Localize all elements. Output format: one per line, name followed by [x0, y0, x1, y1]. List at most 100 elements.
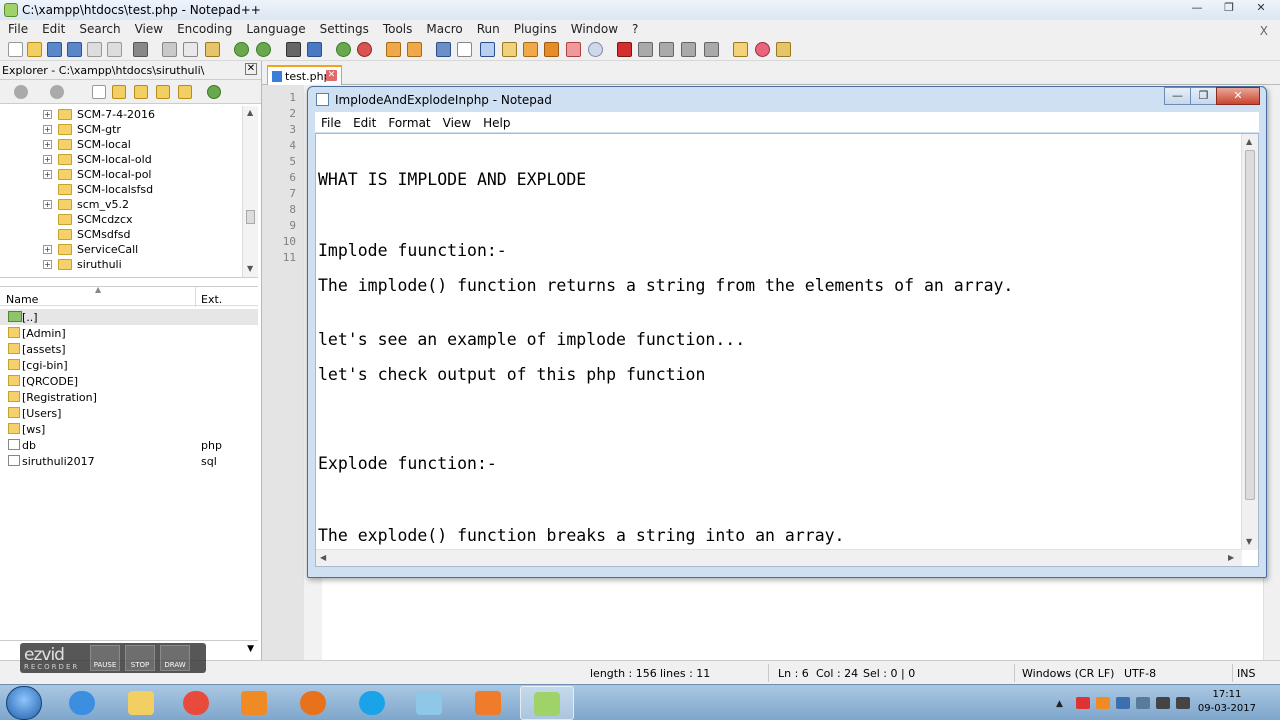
- scroll-right-icon[interactable]: ▶: [1228, 553, 1234, 562]
- notepad-close-button[interactable]: ✕: [1216, 87, 1260, 105]
- tree-item[interactable]: + SCM-local-pol: [0, 167, 240, 182]
- taskbar-xampp[interactable]: [462, 686, 516, 720]
- run-macro-multiple-icon[interactable]: [681, 42, 696, 57]
- sync-vertical-icon[interactable]: [386, 42, 401, 57]
- pause-recording-button[interactable]: PAUSE: [90, 645, 120, 671]
- npp-doc-close-button[interactable]: X: [1252, 22, 1274, 38]
- new-file-icon[interactable]: [92, 85, 106, 99]
- npp-menu-macro[interactable]: Macro: [418, 20, 468, 39]
- save-icon[interactable]: [47, 42, 62, 57]
- file-list-item[interactable]: siruthuli2017 sql: [0, 453, 258, 469]
- paste-icon[interactable]: [205, 42, 220, 57]
- column-name-header[interactable]: Name: [6, 293, 38, 306]
- find-files-icon[interactable]: [134, 85, 148, 99]
- expand-icon[interactable]: +: [43, 110, 52, 119]
- zoom-out-icon[interactable]: [357, 42, 372, 57]
- npp-menu-search[interactable]: Search: [71, 20, 126, 39]
- play-macro-icon[interactable]: [659, 42, 674, 57]
- expand-icon[interactable]: +: [43, 140, 52, 149]
- tree-item[interactable]: + SCM-7-4-2016: [0, 107, 240, 122]
- new-file-icon[interactable]: [8, 42, 23, 57]
- tree-item[interactable]: + SCM-gtr: [0, 122, 240, 137]
- zoom-in-icon[interactable]: [336, 42, 351, 57]
- tree-item[interactable]: + scm_v5.2: [0, 197, 240, 212]
- word-wrap-icon[interactable]: [436, 42, 451, 57]
- notepad-vertical-scrollbar[interactable]: ▲ ▼: [1241, 134, 1258, 550]
- draw-button[interactable]: DRAW: [160, 645, 190, 671]
- taskbar-chrome[interactable]: [170, 686, 224, 720]
- stop-macro-icon[interactable]: [638, 42, 653, 57]
- copy-icon[interactable]: [183, 42, 198, 57]
- scroll-down-icon[interactable]: ▼: [247, 264, 253, 273]
- npp-menu-window[interactable]: Window: [563, 20, 624, 39]
- volume-icon[interactable]: [1176, 697, 1190, 709]
- close-file-icon[interactable]: [87, 42, 102, 57]
- explorer-folder-icon[interactable]: [178, 85, 192, 99]
- notepad-horizontal-scrollbar[interactable]: ◀ ▶: [316, 549, 1242, 566]
- notepad-menu-edit[interactable]: Edit: [347, 112, 382, 132]
- explorer-toggle-icon[interactable]: [733, 42, 748, 57]
- taskbar-media-player[interactable]: [228, 686, 282, 720]
- expand-icon[interactable]: +: [43, 200, 52, 209]
- chevron-down-icon[interactable]: ▼: [247, 644, 254, 654]
- tab-close-icon[interactable]: ✕: [326, 70, 337, 81]
- replace-icon[interactable]: [307, 42, 322, 57]
- save-all-icon[interactable]: [67, 42, 82, 57]
- folder-up-icon[interactable]: [156, 85, 170, 99]
- explorer-close-button[interactable]: ✕: [245, 63, 257, 75]
- scroll-up-icon[interactable]: ▲: [1246, 137, 1252, 146]
- save-macro-icon[interactable]: [704, 42, 719, 57]
- status-encoding[interactable]: UTF-8: [1124, 667, 1156, 680]
- file-list-item-parent[interactable]: [..]: [0, 309, 258, 325]
- notepad-menu-file[interactable]: File: [315, 112, 347, 132]
- function-list-icon[interactable]: [544, 42, 559, 57]
- expand-icon[interactable]: +: [43, 125, 52, 134]
- open-file-icon[interactable]: [27, 42, 42, 57]
- close-all-icon[interactable]: [107, 42, 122, 57]
- npp-maximize-button[interactable]: ❐: [1216, 1, 1242, 17]
- refresh-icon[interactable]: [207, 85, 221, 99]
- redo-icon[interactable]: [256, 42, 271, 57]
- start-button[interactable]: [6, 686, 42, 720]
- tree-item[interactable]: + SCM-local: [0, 137, 240, 152]
- expand-icon[interactable]: +: [43, 260, 52, 269]
- column-ext-header[interactable]: Ext.: [201, 293, 222, 306]
- favorites-icon[interactable]: [755, 42, 770, 57]
- tree-item[interactable]: + siruthuli: [0, 257, 240, 272]
- tree-item[interactable]: SCMcdzcx: [0, 212, 240, 227]
- find-icon[interactable]: [286, 42, 301, 57]
- define-language-icon[interactable]: [502, 42, 517, 57]
- tree-item[interactable]: SCMsdfsd: [0, 227, 240, 242]
- taskbar-skype[interactable]: [346, 686, 400, 720]
- sync-horizontal-icon[interactable]: [407, 42, 422, 57]
- back-icon[interactable]: [14, 85, 28, 99]
- npp-menu-view[interactable]: View: [127, 20, 169, 39]
- expand-icon[interactable]: +: [43, 170, 52, 179]
- stop-recording-button[interactable]: STOP: [125, 645, 155, 671]
- npp-menu-run[interactable]: Run: [469, 20, 506, 39]
- tray-xampp-icon[interactable]: [1096, 697, 1110, 709]
- file-list-item[interactable]: [assets]: [0, 341, 258, 357]
- folder-workspace-icon[interactable]: [566, 42, 581, 57]
- taskbar-internet-explorer[interactable]: [56, 686, 110, 720]
- print-icon[interactable]: [133, 42, 148, 57]
- forward-icon[interactable]: [50, 85, 64, 99]
- notepad-menu-view[interactable]: View: [437, 112, 477, 132]
- npp-minimize-button[interactable]: —: [1184, 1, 1210, 17]
- status-insert-mode[interactable]: INS: [1237, 667, 1255, 680]
- npp-menu-plugins[interactable]: Plugins: [506, 20, 563, 39]
- npp-menu-edit[interactable]: Edit: [34, 20, 71, 39]
- status-eol[interactable]: Windows (CR LF): [1022, 667, 1114, 680]
- taskbar-clock[interactable]: 17:11 09-03-2017: [1198, 688, 1256, 716]
- new-folder-icon[interactable]: [112, 85, 126, 99]
- network-icon[interactable]: [1156, 697, 1170, 709]
- npp-menu-language[interactable]: Language: [238, 20, 311, 39]
- taskbar-app[interactable]: [403, 686, 457, 720]
- tray-flag-icon[interactable]: [1136, 697, 1150, 709]
- plugin-icon[interactable]: [776, 42, 791, 57]
- npp-menu-encoding[interactable]: Encoding: [169, 20, 238, 39]
- notepad-minimize-button[interactable]: —: [1164, 87, 1190, 105]
- tree-item[interactable]: + SCM-local-old: [0, 152, 240, 167]
- notepad-menu-help[interactable]: Help: [477, 112, 516, 132]
- scroll-left-icon[interactable]: ◀: [320, 553, 326, 562]
